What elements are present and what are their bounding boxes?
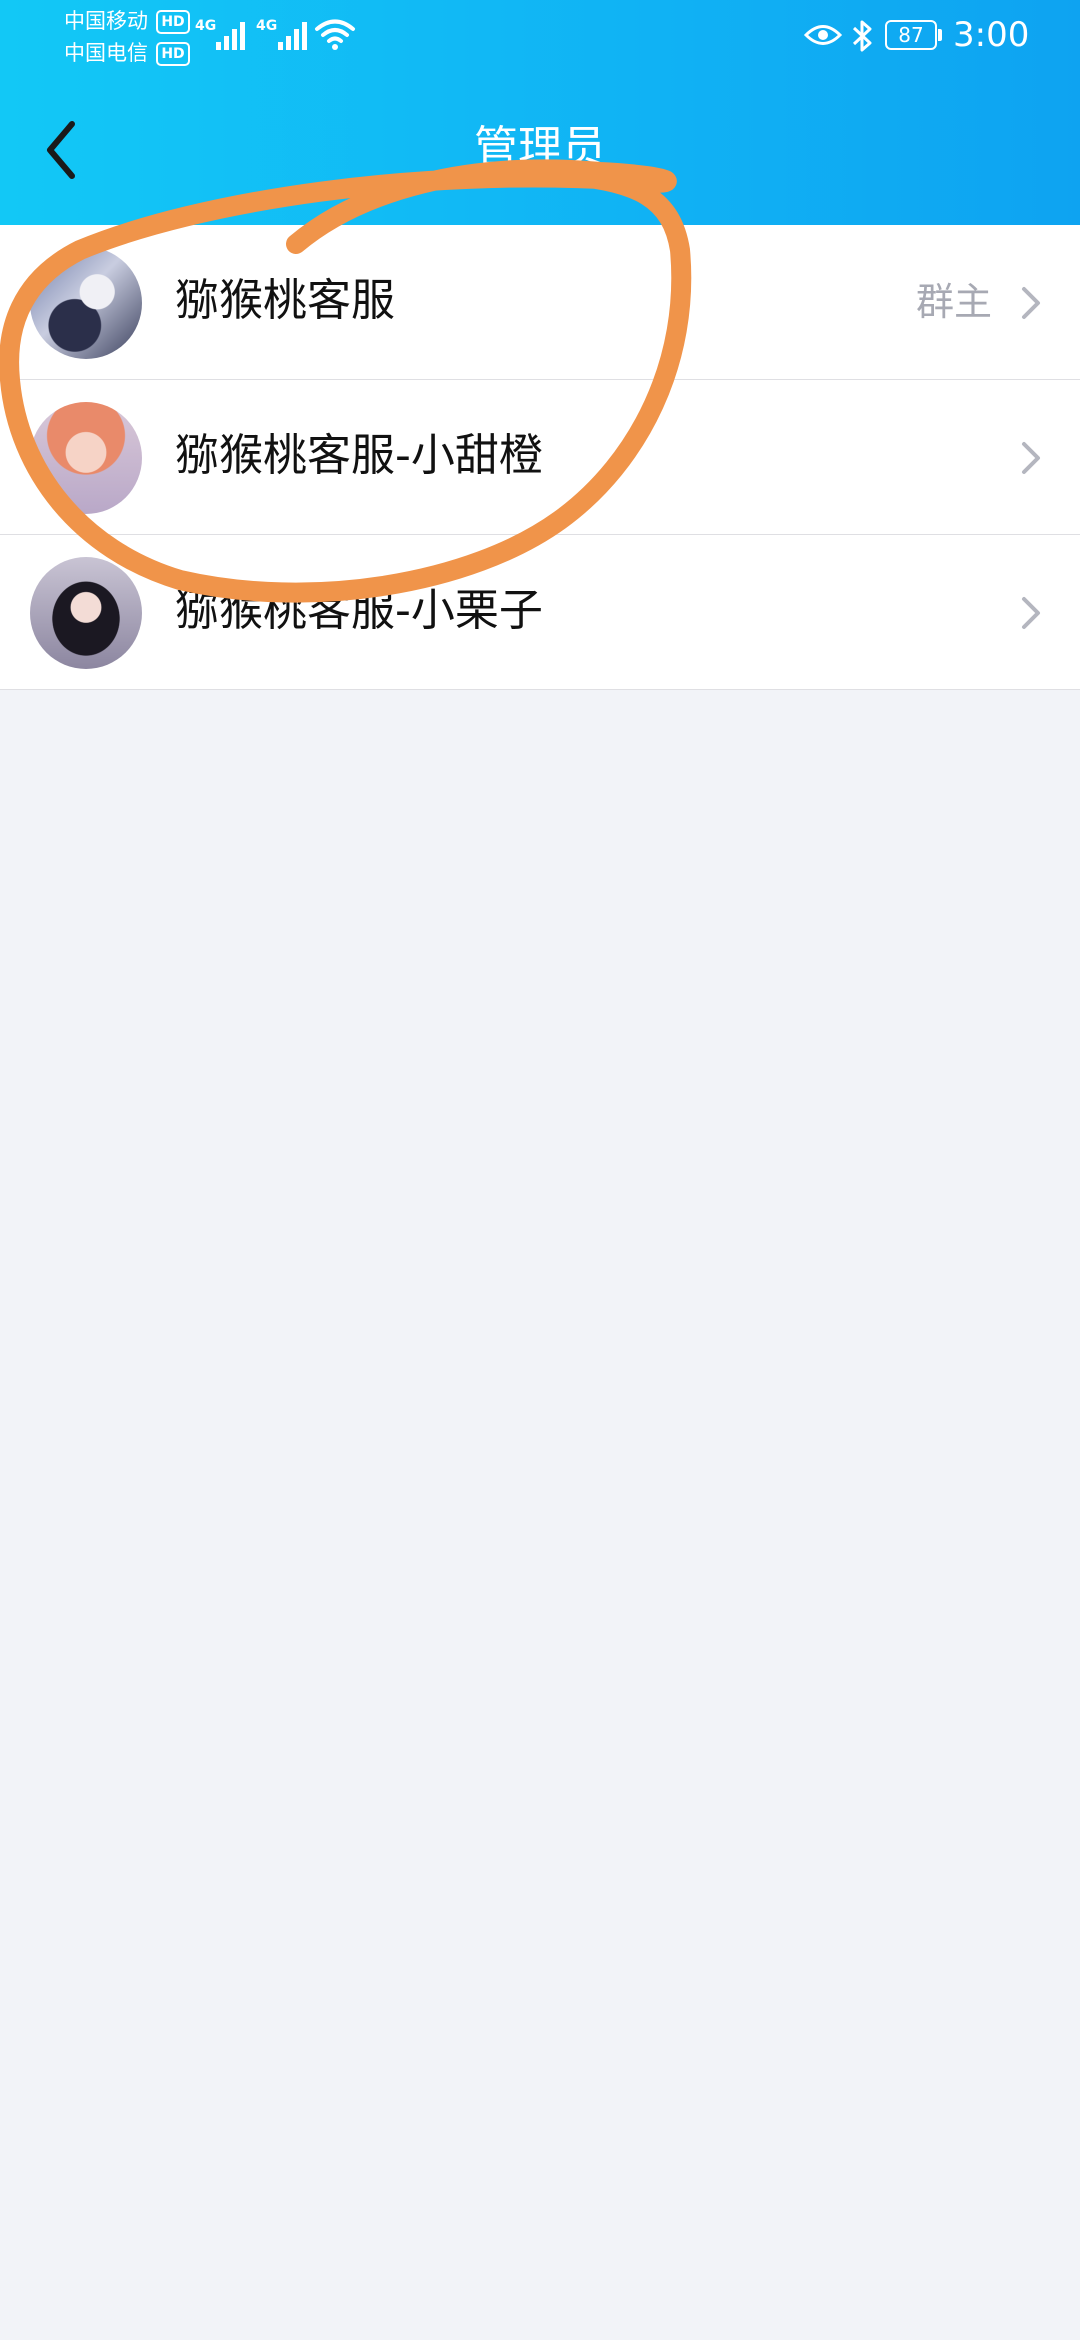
carrier-1-label: 中国移动	[64, 9, 148, 33]
chevron-right-icon	[1022, 442, 1040, 474]
carrier-2-label: 中国电信	[64, 41, 148, 65]
app-header: 中国移动 HD 中国电信 HD 4G 4G 87 3:00 管理员	[0, 0, 1080, 225]
member-name: 猕猴桃客服-小甜橙	[175, 430, 543, 481]
clock: 3:00	[953, 15, 1030, 55]
battery-icon: 87	[885, 20, 937, 50]
bluetooth-icon	[852, 20, 872, 52]
hd-badge-2: HD	[156, 42, 190, 66]
page-title: 管理员	[474, 122, 606, 173]
member-name: 猕猴桃客服	[175, 275, 395, 326]
admin-list: 猕猴桃客服 群主 猕猴桃客服-小甜橙 猕猴桃客服-小栗子	[0, 225, 1080, 690]
signal-icon	[216, 22, 245, 50]
member-name: 猕猴桃客服-小栗子	[175, 585, 543, 636]
list-item[interactable]: 猕猴桃客服-小甜橙	[0, 380, 1080, 535]
avatar[interactable]	[30, 557, 142, 669]
avatar[interactable]	[30, 402, 142, 514]
status-bar: 中国移动 HD 中国电信 HD 4G 4G 87 3:00	[0, 0, 1080, 75]
chevron-right-icon	[1022, 287, 1040, 319]
wifi-icon	[315, 19, 355, 50]
chevron-right-icon	[1022, 597, 1040, 629]
signal-icon	[278, 22, 307, 50]
role-badge: 群主	[915, 280, 992, 324]
list-item[interactable]: 猕猴桃客服 群主	[0, 225, 1080, 380]
hd-badge-1: HD	[156, 10, 190, 34]
avatar[interactable]	[30, 247, 142, 359]
battery-tip	[938, 29, 942, 41]
list-item[interactable]: 猕猴桃客服-小栗子	[0, 535, 1080, 690]
eye-icon	[804, 25, 842, 45]
screen: 中国移动 HD 中国电信 HD 4G 4G 87 3:00 管理员 猕猴桃客服 …	[0, 0, 1080, 2340]
